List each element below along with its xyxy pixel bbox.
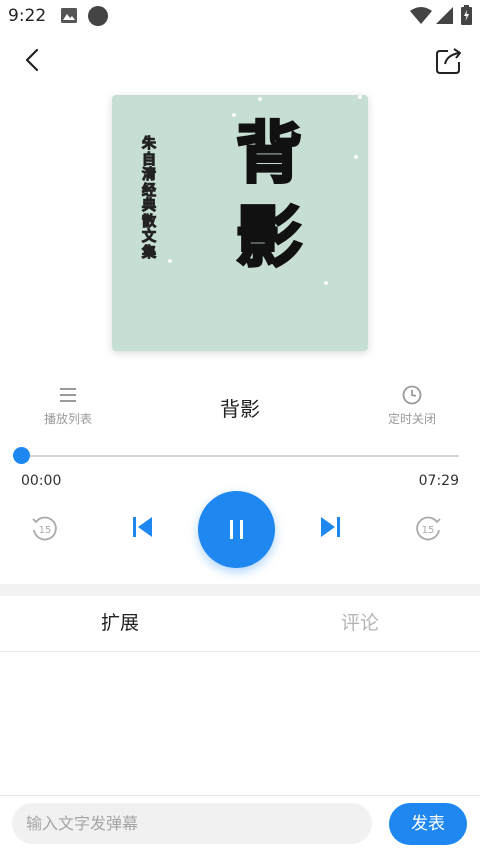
- tab-divider: [0, 651, 480, 652]
- svg-text:15: 15: [39, 525, 52, 536]
- send-danmaku-button[interactable]: 发表: [389, 803, 467, 845]
- share-button[interactable]: [434, 46, 464, 76]
- section-divider: [0, 584, 480, 596]
- forward-15-button[interactable]: 15: [415, 514, 443, 542]
- progress-handle[interactable]: [13, 447, 30, 464]
- cover-title-char: 影: [235, 199, 304, 276]
- cover-series-title: 朱自清经典散文集: [142, 136, 157, 261]
- notification-dot-icon: [88, 6, 108, 26]
- track-title: 背影: [220, 397, 260, 421]
- svg-text:15: 15: [422, 525, 435, 536]
- tab-comments[interactable]: 评论: [240, 608, 480, 635]
- wifi-icon: [410, 7, 432, 24]
- progress-bar[interactable]: [21, 455, 459, 457]
- sleep-timer-button[interactable]: 定时关闭: [372, 384, 452, 427]
- playlist-label: 播放列表: [43, 412, 92, 426]
- back-button[interactable]: [18, 44, 48, 76]
- pause-button[interactable]: [198, 491, 275, 568]
- status-time: 9:22: [8, 6, 47, 26]
- next-track-button[interactable]: [317, 514, 343, 540]
- pause-icon: [230, 520, 243, 539]
- cover-title-char: 背: [235, 115, 304, 192]
- cover-decoration: [358, 95, 362, 99]
- current-time: 00:00: [21, 473, 62, 489]
- battery-icon: [461, 5, 472, 25]
- cover-decoration: [324, 281, 328, 285]
- image-notification-icon: [61, 8, 77, 23]
- total-time: 07:29: [418, 473, 459, 489]
- signal-icon: [436, 7, 453, 24]
- album-cover: 朱自清经典散文集 背 影: [112, 95, 368, 351]
- previous-track-button[interactable]: [130, 514, 156, 540]
- bottom-bar-divider: [0, 795, 480, 796]
- clock-icon: [402, 385, 422, 405]
- list-icon: [60, 388, 76, 402]
- status-bar: 9:22: [0, 0, 480, 32]
- cover-decoration: [258, 97, 262, 101]
- tab-extension[interactable]: 扩展: [0, 608, 240, 635]
- rewind-15-button[interactable]: 15: [30, 514, 58, 542]
- cover-decoration: [168, 259, 172, 263]
- cover-decoration: [354, 155, 358, 159]
- playlist-button[interactable]: 播放列表: [28, 384, 108, 427]
- danmaku-input[interactable]: [12, 803, 372, 844]
- timer-label: 定时关闭: [387, 412, 436, 426]
